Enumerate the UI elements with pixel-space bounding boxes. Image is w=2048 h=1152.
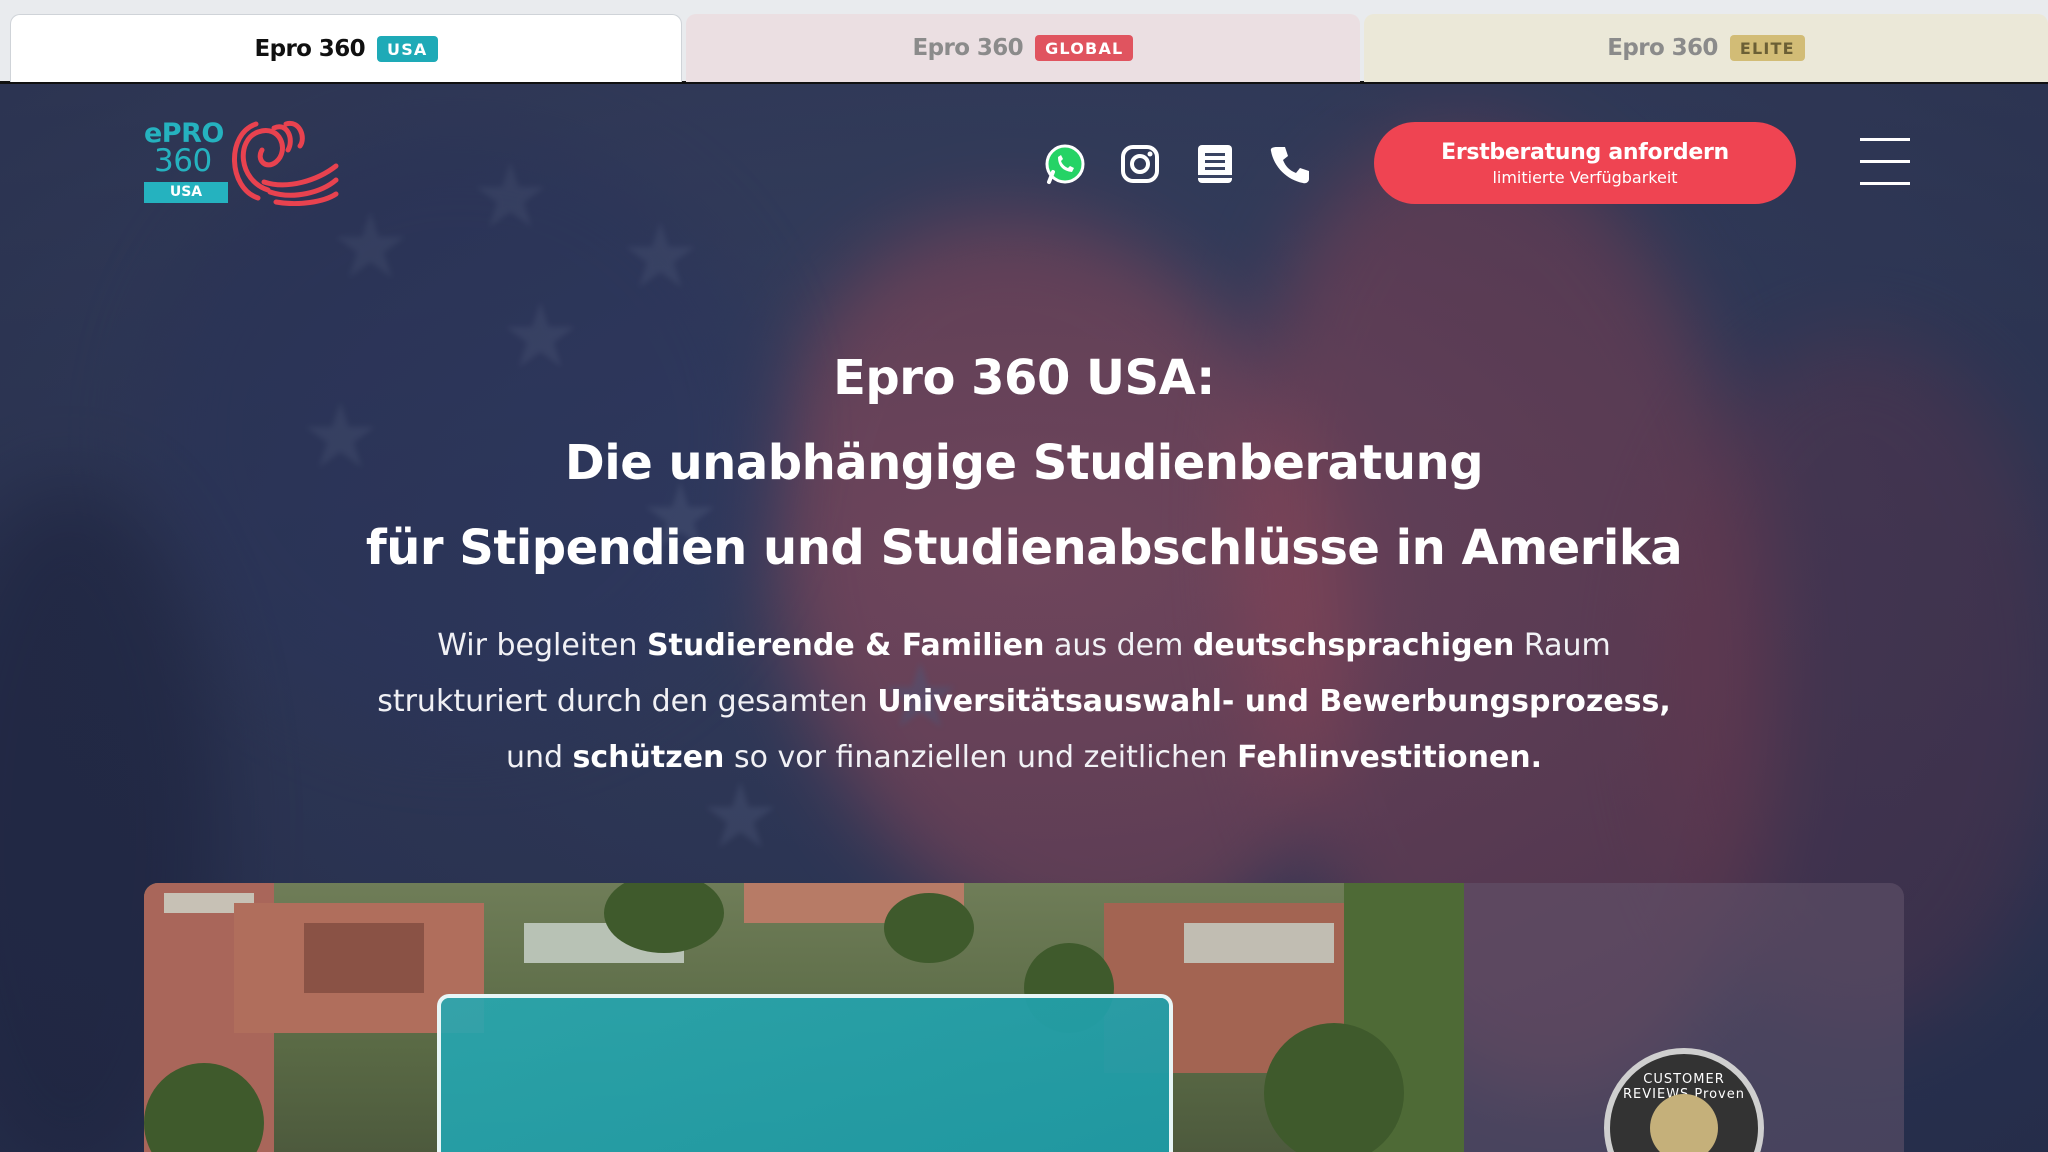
menu-button[interactable] (1860, 138, 1910, 186)
phone-icon (1270, 147, 1309, 184)
logo-swirl-icon (232, 120, 339, 206)
menu-icon (1860, 138, 1910, 141)
whatsapp-button[interactable] (1042, 141, 1088, 187)
epro360-usa-logo[interactable]: ePRO 360 USA (144, 120, 340, 206)
video-player[interactable] (437, 994, 1173, 1152)
tab-badge: USA (377, 35, 438, 62)
tab-name: Epro 360 (912, 35, 1024, 61)
tab-epro360-global[interactable]: Epro 360 GLOBAL (686, 14, 1360, 82)
tab-badge: ELITE (1729, 35, 1805, 61)
instagram-button[interactable] (1117, 141, 1163, 187)
logo-region-badge: USA (144, 182, 228, 203)
brand-tabbar: Epro 360 USA Epro 360 GLOBAL Epro 360 EL… (0, 0, 2048, 84)
tab-badge: GLOBAL (1035, 35, 1134, 61)
whatsapp-icon (1045, 144, 1085, 184)
instagram-icon (1121, 145, 1159, 183)
hero-headline: Epro 360 USA: Die unabhängige Studienber… (0, 336, 2048, 591)
headline-line-3: für Stipendien und Studienabschlüsse in … (365, 520, 1683, 576)
tab-name: Epro 360 (254, 35, 366, 62)
phone-button[interactable] (1267, 141, 1313, 187)
tab-epro360-usa[interactable]: Epro 360 USA (10, 14, 682, 82)
cta-label: Erstberatung anfordern (1441, 139, 1729, 165)
hero-lead-text: Wir begleiten Studierende & Familien aus… (0, 618, 2048, 786)
logo-360: 360 (154, 143, 212, 179)
lead-line-2: strukturiert durch den gesamten Universi… (377, 684, 1671, 719)
lead-line-1: Wir begleiten Studierende & Familien aus… (437, 628, 1611, 663)
headline-line-2: Die unabhängige Studienberatung (564, 435, 1484, 491)
tab-name: Epro 360 (1607, 35, 1718, 61)
consultation-request-button[interactable]: Erstberatung anfordern limitierte Verfüg… (1374, 122, 1796, 204)
book-button[interactable] (1192, 141, 1238, 187)
tab-epro360-elite[interactable]: Epro 360 ELITE (1364, 14, 2048, 82)
lead-line-3: und schützen so vor finanziellen und zei… (505, 740, 1543, 775)
cta-sublabel: limitierte Verfügbarkeit (1492, 167, 1678, 187)
headline-line-1: Epro 360 USA: (833, 350, 1215, 406)
book-icon (1198, 145, 1232, 183)
